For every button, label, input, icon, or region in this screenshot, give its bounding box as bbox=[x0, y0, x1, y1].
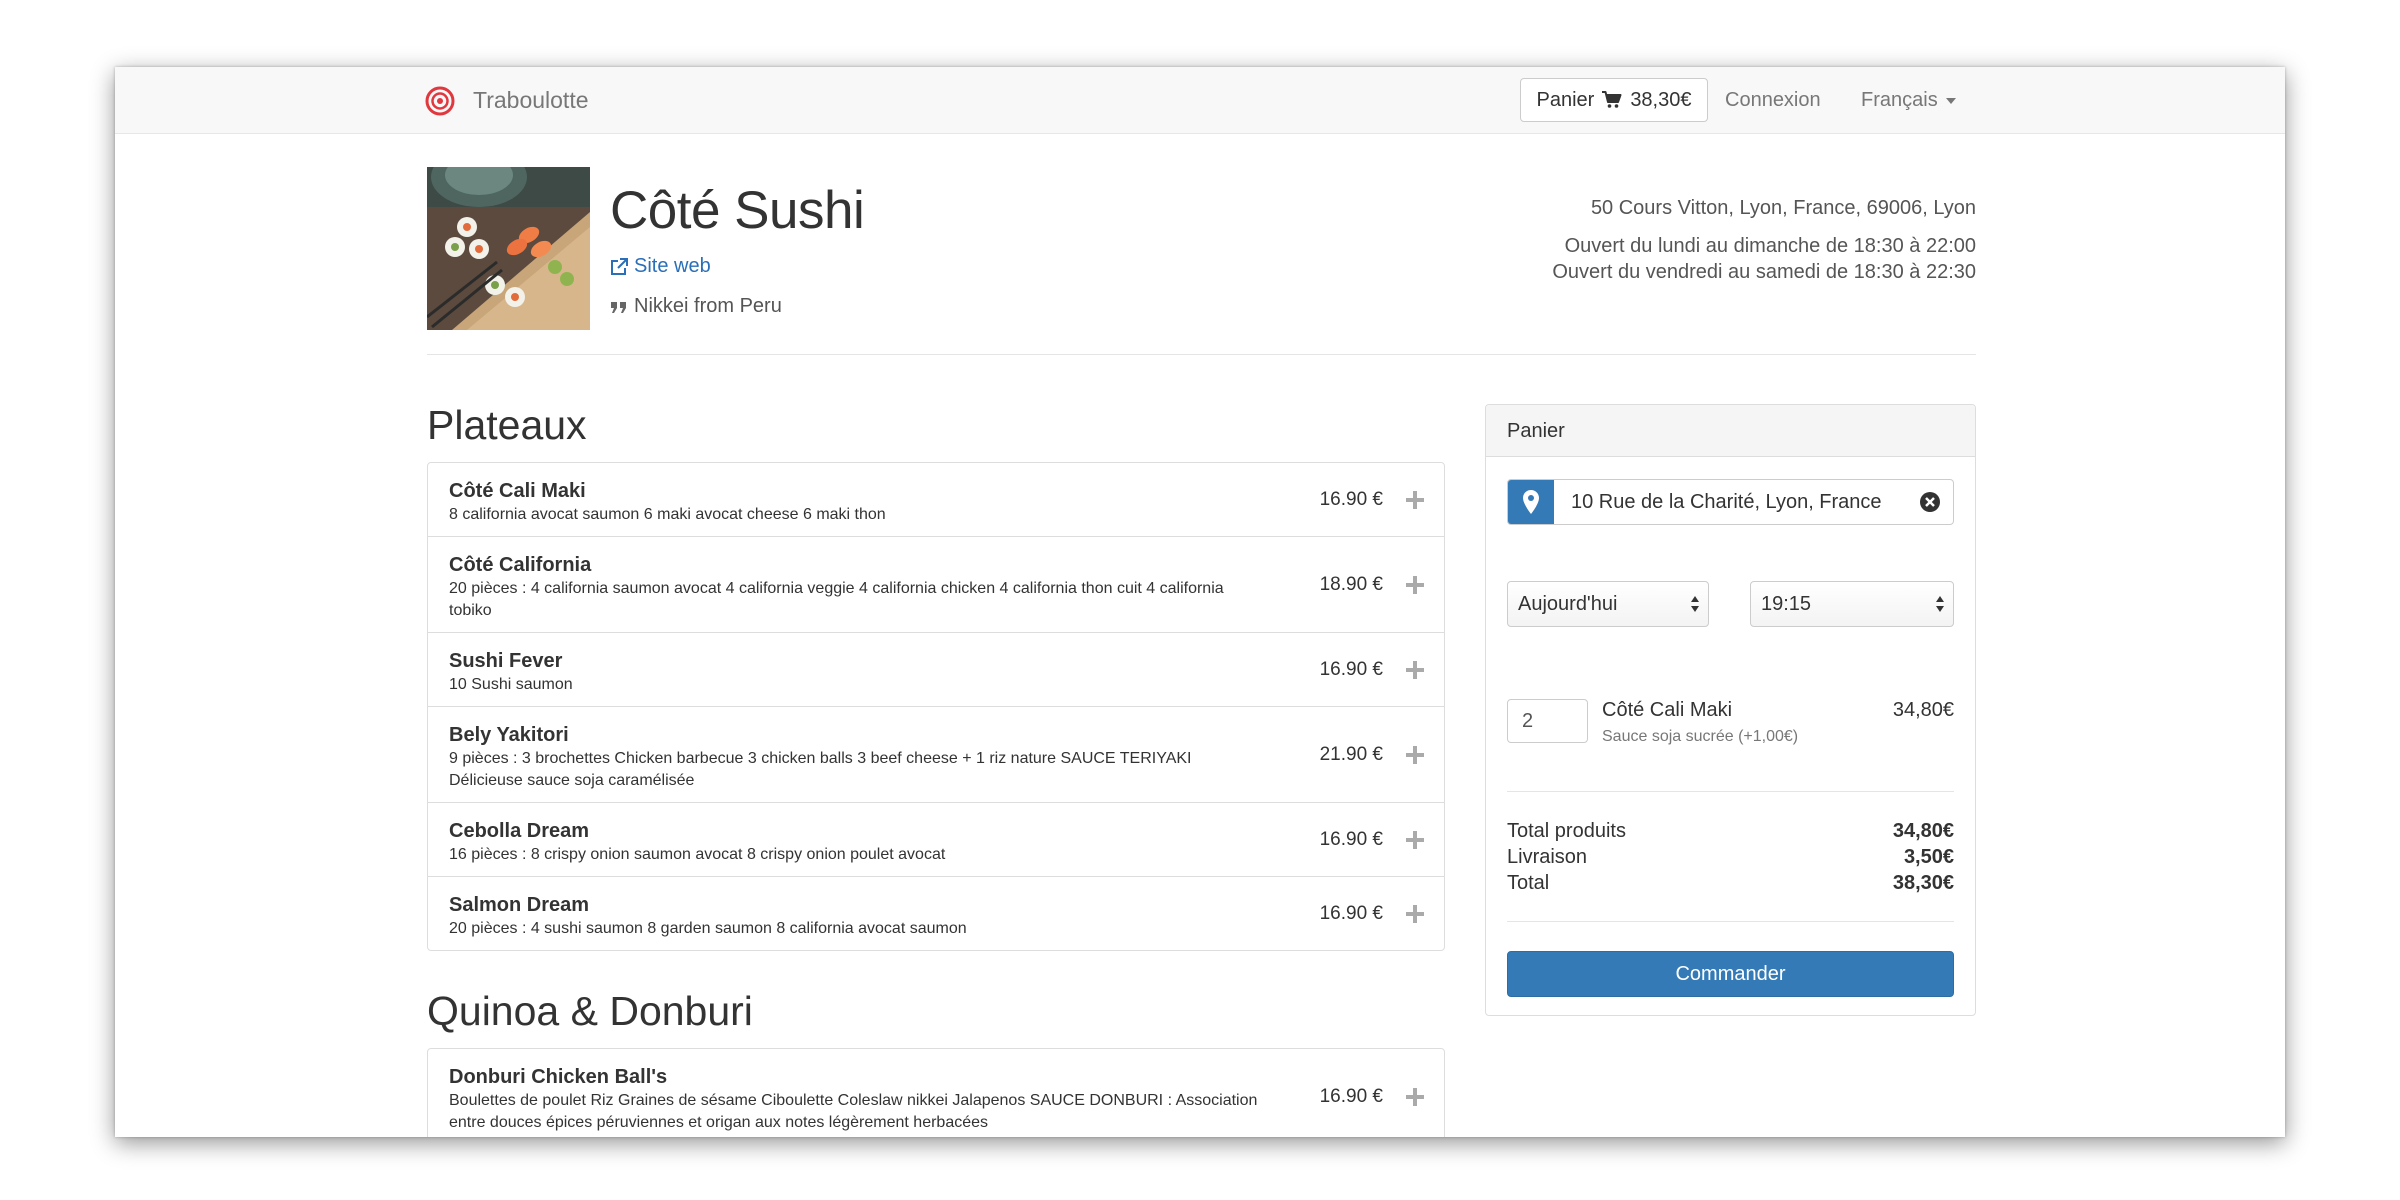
menu-item-name: Sushi Fever bbox=[449, 650, 563, 672]
restaurant-name: Côté Sushi bbox=[610, 181, 865, 240]
menu-item-name: Cebolla Dream bbox=[449, 820, 590, 842]
plus-icon[interactable] bbox=[1406, 575, 1424, 594]
total-products-row: Total produits 34,80€ bbox=[1507, 820, 1954, 843]
section-title-quinoa-donburi: Quinoa & Donburi bbox=[427, 988, 753, 1034]
address-pin-addon bbox=[1508, 480, 1554, 524]
delivery-fee-label: Livraison bbox=[1507, 846, 1588, 868]
delivery-time-value: 19:15 bbox=[1761, 593, 1812, 615]
delivery-time-select[interactable]: 19:15 bbox=[1750, 581, 1954, 627]
caret-down-icon bbox=[1945, 97, 1956, 104]
language-label: Français bbox=[1861, 89, 1938, 111]
menu-item[interactable]: Cebolla Dream 16 pièces : 8 crispy onion… bbox=[428, 802, 1444, 876]
select-arrows-icon bbox=[1936, 596, 1944, 612]
grand-total-value: 38,30€ bbox=[1892, 872, 1954, 894]
cart-divider bbox=[1507, 921, 1954, 922]
quantity-input[interactable]: 2 bbox=[1507, 699, 1588, 743]
menu-item-price: 16.90 € bbox=[1319, 902, 1383, 924]
menu-item-price: 16.90 € bbox=[1319, 828, 1383, 850]
menu-item[interactable]: Donburi Chicken Ball's Boulettes de poul… bbox=[428, 1049, 1444, 1137]
navbar: Traboulotte Panier 38,30€ Connexion Fran… bbox=[115, 67, 2285, 134]
language-dropdown[interactable]: Français bbox=[1861, 67, 1956, 134]
section-title-plateaux: Plateaux bbox=[427, 402, 587, 448]
menu-item-description: 20 pièces : 4 sushi saumon 8 garden saum… bbox=[449, 920, 967, 937]
plus-icon[interactable] bbox=[1406, 830, 1424, 849]
cart-line-price: 34,80€ bbox=[1892, 699, 1954, 721]
select-arrows-icon bbox=[1691, 596, 1699, 612]
cart-panel: Panier 10 Rue de la Charité, Lyon, Franc… bbox=[1485, 404, 1976, 1016]
browser-window: Traboulotte Panier 38,30€ Connexion Fran… bbox=[115, 67, 2285, 1137]
restaurant-tagline: Nikkei from Peru bbox=[610, 295, 782, 318]
restaurant-info: 50 Cours Vitton, Lyon, France, 69006, Ly… bbox=[1552, 195, 1976, 285]
plus-icon[interactable] bbox=[1406, 904, 1424, 923]
total-products-label: Total produits bbox=[1507, 820, 1626, 842]
menu-item[interactable]: Sushi Fever 10 Sushi saumon 16.90 € bbox=[428, 632, 1444, 706]
menu-item-price: 16.90 € bbox=[1319, 1085, 1383, 1107]
menu-item-description: 16 pièces : 8 crispy onion saumon avocat… bbox=[449, 846, 946, 863]
menu-item-description: Boulettes de poulet Riz Graines de sésam… bbox=[449, 1092, 1258, 1131]
cart-line-option: Sauce soja sucrée (+1,00€) bbox=[1602, 728, 1799, 745]
menu-item-price: 16.90 € bbox=[1319, 658, 1383, 680]
menu-item-name: Côté Cali Maki bbox=[449, 480, 586, 502]
cart-divider bbox=[1507, 791, 1954, 792]
menu-item[interactable]: Bely Yakitori 9 pièces : 3 brochettes Ch… bbox=[428, 706, 1444, 802]
website-link-label: Site web bbox=[634, 255, 711, 277]
menu-item-description: 8 california avocat saumon 6 maki avocat… bbox=[449, 506, 886, 523]
opening-hours-weekday: Ouvert du lundi au dimanche de 18:30 à 2… bbox=[1564, 235, 1976, 257]
plus-icon[interactable] bbox=[1406, 1087, 1424, 1106]
menu-list-plateaux: Côté Cali Maki 8 california avocat saumo… bbox=[427, 462, 1445, 951]
cart-line-name: Côté Cali Maki bbox=[1602, 699, 1733, 721]
restaurant-photo bbox=[427, 167, 590, 330]
menu-item[interactable]: Côté Cali Maki 8 california avocat saumo… bbox=[428, 463, 1444, 536]
plus-icon[interactable] bbox=[1406, 745, 1424, 764]
cart-button-total: 38,30€ bbox=[1630, 88, 1692, 111]
menu-item[interactable]: Côté California 20 pièces : 4 california… bbox=[428, 536, 1444, 632]
delivery-date-select[interactable]: Aujourd'hui bbox=[1507, 581, 1709, 627]
cart-icon bbox=[1602, 91, 1622, 108]
menu-item[interactable]: Salmon Dream 20 pièces : 4 sushi saumon … bbox=[428, 876, 1444, 950]
delivery-address-value: 10 Rue de la Charité, Lyon, France bbox=[1571, 490, 1882, 513]
header-divider bbox=[427, 354, 1976, 355]
menu-item-name: Salmon Dream bbox=[449, 894, 590, 916]
menu-item-price: 18.90 € bbox=[1319, 573, 1383, 595]
menu-item-description: 20 pièces : 4 california saumon avocat 4… bbox=[449, 580, 1224, 619]
cart-panel-heading: Panier bbox=[1486, 405, 1975, 457]
tagline-text: Nikkei from Peru bbox=[634, 295, 782, 317]
map-marker-icon bbox=[1523, 490, 1539, 514]
external-link-icon bbox=[611, 257, 628, 275]
restaurant-address: 50 Cours Vitton, Lyon, France, 69006, Ly… bbox=[1590, 197, 1976, 219]
opening-hours-weekend: Ouvert du vendredi au samedi de 18:30 à … bbox=[1552, 261, 1976, 283]
login-link[interactable]: Connexion bbox=[1725, 67, 1821, 134]
traboulotte-logo-icon bbox=[425, 86, 455, 115]
menu-item-name: Bely Yakitori bbox=[449, 724, 569, 746]
menu-item-description: 10 Sushi saumon bbox=[449, 676, 573, 693]
plus-icon[interactable] bbox=[1406, 490, 1424, 509]
cart-button-label: Panier bbox=[1536, 88, 1595, 111]
plus-icon[interactable] bbox=[1406, 660, 1424, 679]
menu-list-quinoa-donburi: Donburi Chicken Ball's Boulettes de poul… bbox=[427, 1048, 1445, 1137]
clear-circle-icon[interactable] bbox=[1919, 491, 1941, 513]
menu-item-name: Côté California bbox=[449, 554, 592, 576]
menu-item-price: 21.90 € bbox=[1319, 743, 1383, 765]
website-link[interactable]: Site web bbox=[610, 255, 711, 278]
brand[interactable]: Traboulotte bbox=[425, 67, 589, 134]
quote-icon bbox=[611, 301, 626, 313]
grand-total-label: Total bbox=[1507, 872, 1550, 894]
delivery-address-field[interactable]: 10 Rue de la Charité, Lyon, France bbox=[1507, 479, 1954, 525]
brand-name: Traboulotte bbox=[473, 87, 589, 113]
menu-item-description: 9 pièces : 3 brochettes Chicken barbecue… bbox=[449, 750, 1192, 789]
delivery-fee-value: 3,50€ bbox=[1903, 846, 1954, 868]
order-button[interactable]: Commander bbox=[1507, 951, 1954, 997]
total-products-value: 34,80€ bbox=[1892, 820, 1954, 842]
menu-item-price: 16.90 € bbox=[1319, 488, 1383, 510]
delivery-fee-row: Livraison 3,50€ bbox=[1507, 846, 1954, 869]
grand-total-row: Total 38,30€ bbox=[1507, 872, 1954, 895]
menu-item-name: Donburi Chicken Ball's bbox=[449, 1066, 668, 1088]
navbar-cart-button[interactable]: Panier 38,30€ bbox=[1520, 78, 1708, 122]
delivery-date-value: Aujourd'hui bbox=[1518, 593, 1618, 615]
